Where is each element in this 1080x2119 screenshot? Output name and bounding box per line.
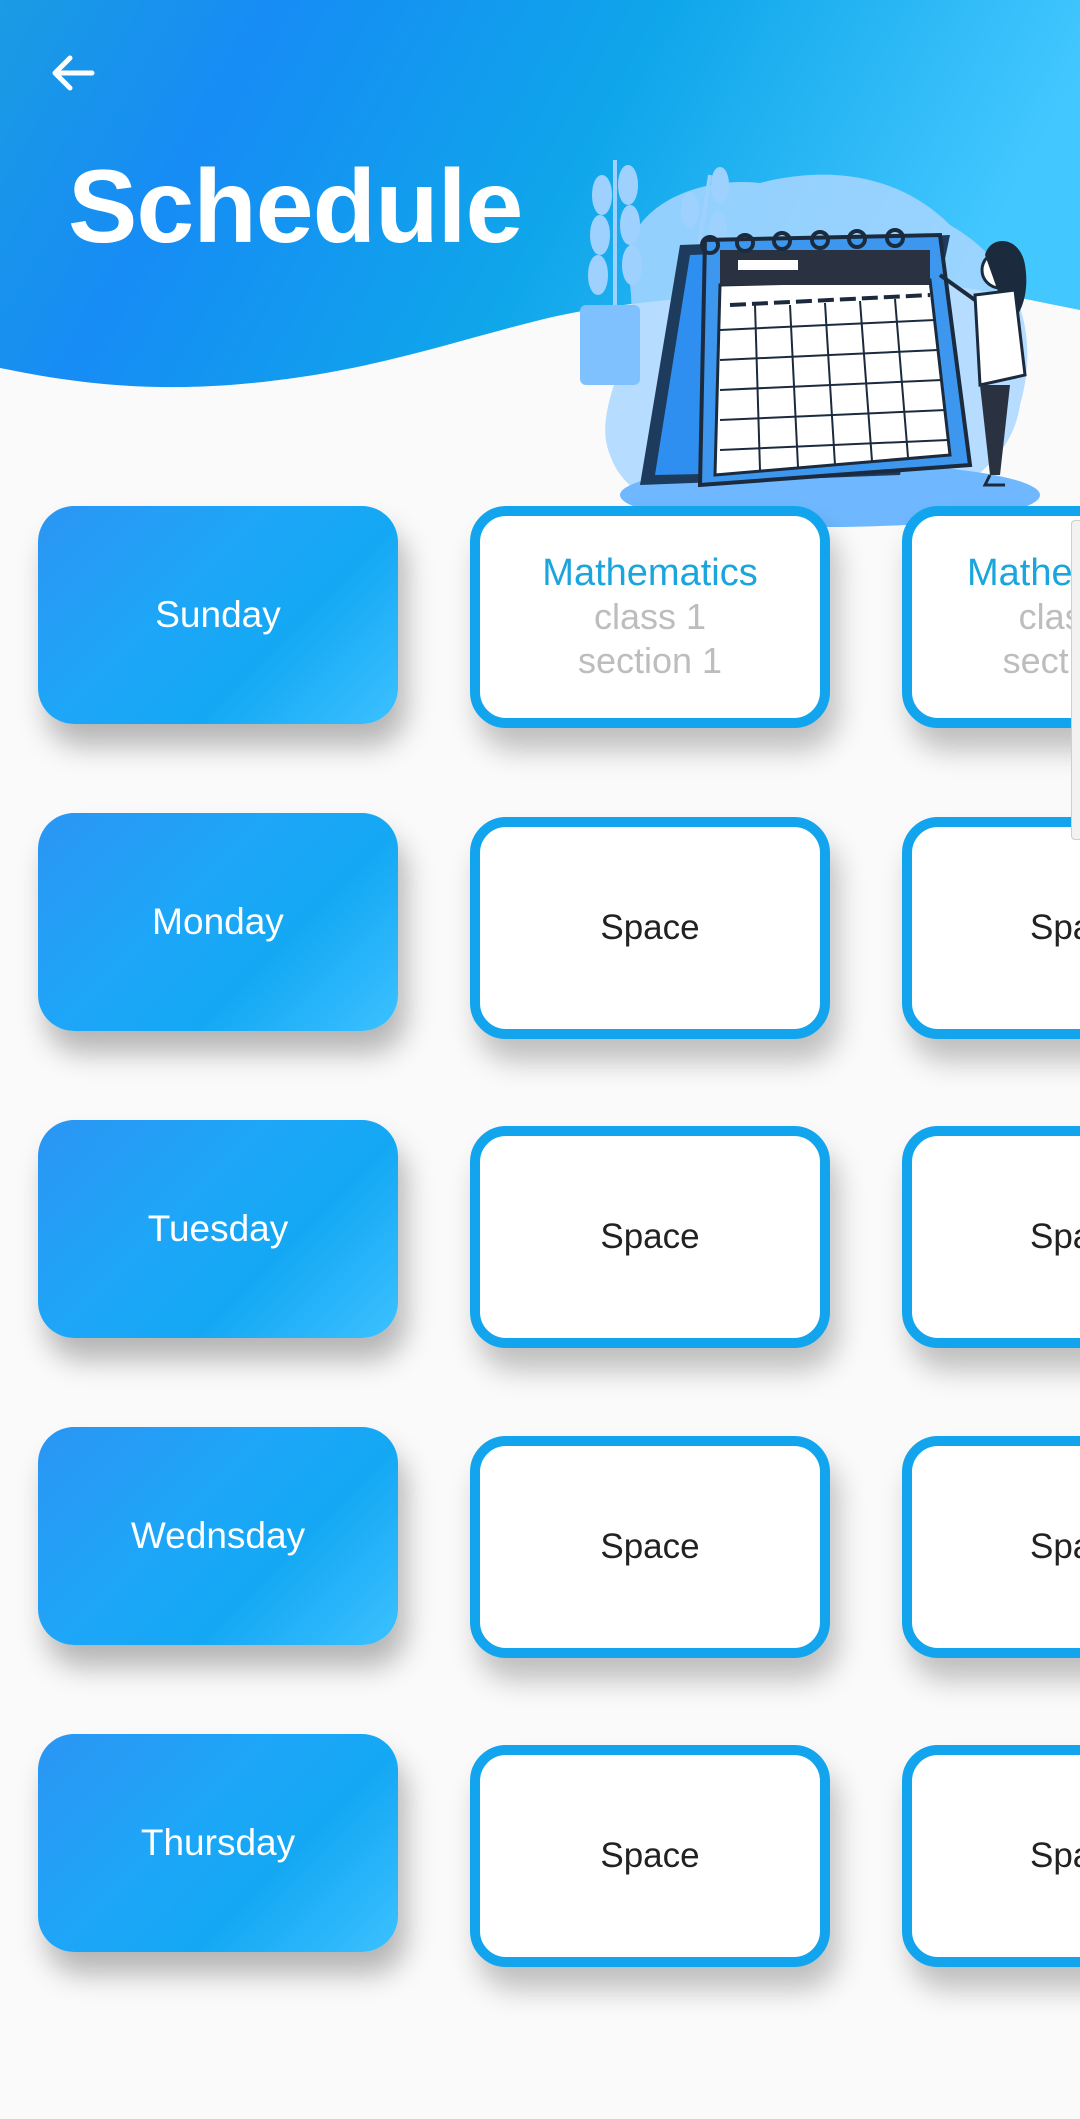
schedule-slot[interactable]: Space [902, 817, 1080, 1039]
back-button[interactable] [38, 40, 108, 110]
day-button-monday[interactable]: Monday [38, 813, 398, 1031]
slot-section: section 1 [1002, 640, 1080, 681]
day-label: Thursday [140, 1822, 296, 1863]
slot-space-label: Space [1030, 908, 1080, 947]
arrow-left-icon [48, 48, 98, 103]
slot-space-label: Space [600, 908, 700, 947]
slot-space-label: Space [1030, 1527, 1080, 1566]
slot-space-label: Space [1030, 1217, 1080, 1256]
day-label: Wednsday [130, 1515, 306, 1556]
schedule-screen: Schedule Sunday Mathematics class 1 sect… [0, 0, 1080, 2119]
slot-space-label: Space [600, 1217, 700, 1256]
slot-subject: Mathematics [542, 552, 758, 594]
day-label: Monday [152, 901, 284, 942]
schedule-slot[interactable]: Space [902, 1745, 1080, 1967]
page-title: Schedule [68, 149, 523, 265]
day-button-sunday[interactable]: Sunday [38, 506, 398, 724]
schedule-slot[interactable]: Space [470, 1126, 830, 1348]
day-label: Tuesday [147, 1208, 289, 1249]
schedule-slot[interactable]: Space [470, 1745, 830, 1967]
schedule-slot[interactable]: Space [470, 1436, 830, 1658]
schedule-slot[interactable]: Mathematics class 1 section 1 [470, 506, 830, 728]
slot-section: section 1 [577, 640, 723, 681]
day-label: Sunday [155, 594, 281, 635]
slot-space-label: Space [1030, 1836, 1080, 1875]
horizontal-scroll-indicator[interactable] [1071, 520, 1080, 840]
slot-space-label: Space [600, 1527, 700, 1566]
day-button-thursday[interactable]: Thursday [38, 1734, 398, 1952]
day-button-wednesday[interactable]: Wednsday [38, 1427, 398, 1645]
slot-class: class 1 [593, 596, 707, 637]
schedule-slot[interactable]: Space [470, 817, 830, 1039]
calendar-illustration-icon [580, 160, 1040, 528]
day-button-tuesday[interactable]: Tuesday [38, 1120, 398, 1338]
schedule-slot[interactable]: Mathematics class 1 section 1 [902, 506, 1080, 728]
schedule-slot[interactable]: Space [902, 1436, 1080, 1658]
slot-subject: Mathematics [967, 552, 1080, 594]
schedule-slot[interactable]: Space [902, 1126, 1080, 1348]
slot-space-label: Space [600, 1836, 700, 1875]
